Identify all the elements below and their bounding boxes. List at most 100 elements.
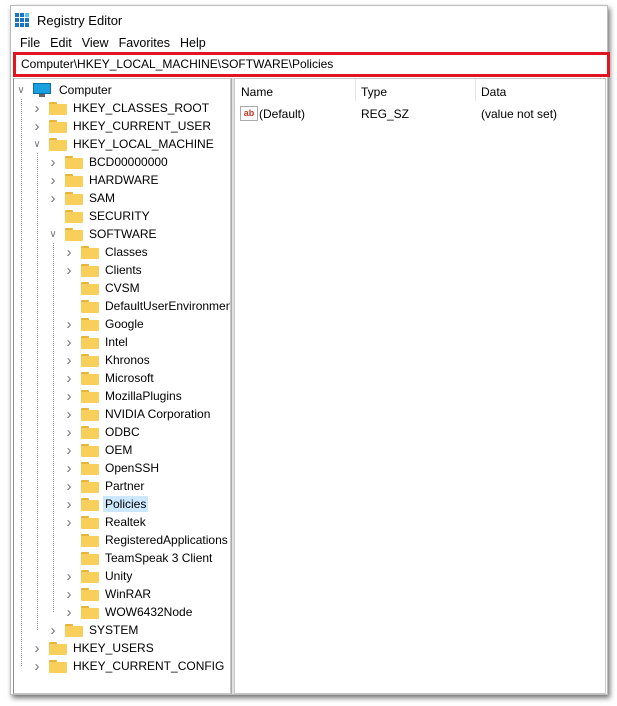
tree-item[interactable]: ∨ HKEY_LOCAL_MACHINE bbox=[33, 135, 216, 153]
tree-item[interactable]: ∨ Computer bbox=[17, 81, 114, 99]
tree-item[interactable]: › Partner bbox=[65, 477, 146, 495]
tree-item-label: SAM bbox=[89, 191, 116, 205]
tree-item[interactable]: › Intel bbox=[65, 333, 130, 351]
folder-icon bbox=[49, 119, 67, 133]
chevron-down-icon[interactable]: ∨ bbox=[17, 84, 25, 96]
tree-item[interactable]: › BCD00000000 bbox=[49, 153, 170, 171]
menu-help[interactable]: Help bbox=[175, 34, 211, 52]
folder-icon bbox=[81, 317, 99, 331]
folder-icon bbox=[81, 515, 99, 529]
folder-icon bbox=[81, 389, 99, 403]
chevron-right-icon[interactable]: › bbox=[49, 622, 57, 639]
chevron-right-icon[interactable]: › bbox=[65, 352, 73, 369]
folder-icon bbox=[81, 353, 99, 367]
folder-icon bbox=[65, 209, 83, 223]
folder-icon bbox=[81, 281, 99, 295]
tree-item[interactable]: › HKEY_CLASSES_ROOT bbox=[33, 99, 211, 117]
folder-icon bbox=[81, 299, 99, 313]
folder-icon bbox=[81, 443, 99, 457]
tree-item[interactable]: › Realtek bbox=[65, 513, 148, 531]
tree-item[interactable]: › HKEY_USERS bbox=[33, 639, 156, 657]
tree-item-label: HKEY_USERS bbox=[73, 641, 154, 655]
chevron-right-icon[interactable]: › bbox=[33, 658, 41, 675]
chevron-right-icon[interactable]: › bbox=[33, 640, 41, 657]
chevron-right-icon[interactable]: › bbox=[65, 370, 73, 387]
chevron-right-icon[interactable]: › bbox=[65, 478, 73, 495]
tree-item[interactable]: › Google bbox=[65, 315, 146, 333]
menu-view[interactable]: View bbox=[77, 34, 114, 52]
column-header-data[interactable]: Data bbox=[481, 85, 506, 99]
tree-item[interactable]: › SYSTEM bbox=[49, 621, 140, 639]
folder-icon bbox=[65, 173, 83, 187]
chevron-right-icon[interactable]: › bbox=[65, 514, 73, 531]
tree-item[interactable]: › MozillaPlugins bbox=[65, 387, 184, 405]
tree-item[interactable]: DefaultUserEnvironment bbox=[65, 297, 231, 315]
address-bar[interactable]: Computer\HKEY_LOCAL_MACHINE\SOFTWARE\Pol… bbox=[13, 52, 610, 77]
menu-favorites[interactable]: Favorites bbox=[114, 34, 175, 52]
values-pane[interactable]: Name Type Data ab (Default) REG_SZ (valu… bbox=[234, 78, 606, 694]
tree-item[interactable]: ∨ SOFTWARE bbox=[49, 225, 159, 243]
chevron-right-icon[interactable]: › bbox=[65, 334, 73, 351]
tree-item[interactable]: RegisteredApplications bbox=[65, 531, 230, 549]
tree-item[interactable]: CVSM bbox=[65, 279, 142, 297]
value-row[interactable]: ab (Default) REG_SZ (value not set) bbox=[235, 105, 605, 123]
tree-item[interactable]: › Microsoft bbox=[65, 369, 156, 387]
folder-icon bbox=[81, 569, 99, 583]
menu-file[interactable]: File bbox=[15, 34, 45, 52]
tree-item[interactable]: › WinRAR bbox=[65, 585, 153, 603]
tree-item[interactable]: TeamSpeak 3 Client bbox=[65, 549, 214, 567]
chevron-right-icon[interactable]: › bbox=[65, 442, 73, 459]
tree-item-label: WOW6432Node bbox=[105, 605, 193, 619]
chevron-right-icon[interactable]: › bbox=[49, 154, 57, 171]
chevron-right-icon[interactable]: › bbox=[65, 262, 73, 279]
tree-item-label: Realtek bbox=[105, 515, 146, 529]
chevron-right-icon[interactable]: › bbox=[49, 190, 57, 207]
chevron-right-icon[interactable]: › bbox=[65, 244, 73, 261]
chevron-right-icon[interactable]: › bbox=[65, 316, 73, 333]
chevron-right-icon[interactable]: › bbox=[33, 100, 41, 117]
chevron-down-icon[interactable]: ∨ bbox=[33, 138, 41, 150]
column-header-type[interactable]: Type bbox=[361, 85, 387, 99]
tree-guide-line bbox=[37, 153, 38, 630]
tree-item[interactable]: › Policies bbox=[65, 495, 149, 513]
tree-item[interactable]: › NVIDIA Corporation bbox=[65, 405, 212, 423]
tree-item[interactable]: › WOW6432Node bbox=[65, 603, 194, 621]
chevron-right-icon[interactable]: › bbox=[33, 118, 41, 135]
tree-item[interactable]: › Unity bbox=[65, 567, 134, 585]
chevron-right-icon[interactable]: › bbox=[65, 424, 73, 441]
tree-item[interactable]: SECURITY bbox=[49, 207, 152, 225]
column-divider[interactable] bbox=[355, 79, 356, 101]
tree-item-label: DefaultUserEnvironment bbox=[105, 299, 231, 313]
menu-edit[interactable]: Edit bbox=[45, 34, 77, 52]
chevron-right-icon[interactable]: › bbox=[65, 568, 73, 585]
chevron-right-icon[interactable]: › bbox=[65, 604, 73, 621]
chevron-right-icon[interactable]: › bbox=[65, 388, 73, 405]
tree-item-label: SYSTEM bbox=[89, 623, 139, 637]
tree-item-label: HARDWARE bbox=[89, 173, 159, 187]
chevron-down-icon[interactable]: ∨ bbox=[49, 228, 57, 240]
tree-item-label: Intel bbox=[105, 335, 128, 349]
tree-item-label: Khronos bbox=[105, 353, 150, 367]
chevron-right-icon[interactable]: › bbox=[65, 406, 73, 423]
tree-item[interactable]: › OpenSSH bbox=[65, 459, 161, 477]
column-header-name[interactable]: Name bbox=[241, 85, 273, 99]
chevron-right-icon[interactable]: › bbox=[65, 496, 73, 513]
chevron-right-icon[interactable]: › bbox=[49, 172, 57, 189]
tree-item[interactable]: › ODBC bbox=[65, 423, 142, 441]
tree-item[interactable]: › HKEY_CURRENT_CONFIG bbox=[33, 657, 226, 675]
folder-icon bbox=[81, 407, 99, 421]
key-tree[interactable]: ∨ Computer › HKEY_CLASSES_ROOT › HKEY_CURRENT… bbox=[13, 78, 231, 694]
column-divider[interactable] bbox=[475, 79, 476, 101]
tree-item[interactable]: › Classes bbox=[65, 243, 150, 261]
tree-item[interactable]: › HKEY_CURRENT_USER bbox=[33, 117, 213, 135]
chevron-right-icon[interactable]: › bbox=[65, 586, 73, 603]
tree-item[interactable]: › HARDWARE bbox=[49, 171, 161, 189]
window-title: Registry Editor bbox=[37, 12, 123, 28]
tree-item[interactable]: › Clients bbox=[65, 261, 144, 279]
chevron-right-icon[interactable]: › bbox=[65, 460, 73, 477]
tree-item[interactable]: › OEM bbox=[65, 441, 134, 459]
tree-item[interactable]: › SAM bbox=[49, 189, 117, 207]
tree-item[interactable]: › Khronos bbox=[65, 351, 152, 369]
